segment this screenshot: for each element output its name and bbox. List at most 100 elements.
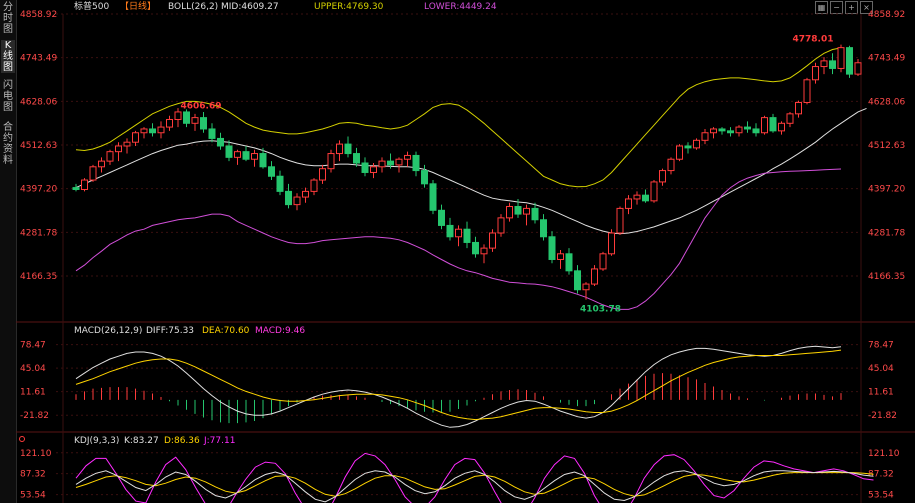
macd-dea: DEA:70.60 — [202, 326, 250, 336]
price-label-right: 4281.78 — [868, 228, 905, 238]
kdj-settings-dot[interactable] — [19, 436, 25, 442]
tab-kline[interactable]: K线图 — [1, 40, 15, 73]
candle-body — [659, 170, 666, 183]
price-label-left: 4628.06 — [20, 97, 57, 107]
candle-body — [786, 113, 794, 124]
boll-lower: LOWER:4449.24 — [424, 2, 497, 12]
candle-body — [676, 145, 683, 160]
candle-body — [591, 268, 598, 285]
grid-lines — [16, 13, 915, 503]
candles: 4606.69 4103.78 4778.01 — [72, 35, 862, 315]
candle-body — [259, 153, 267, 168]
candle-body — [370, 166, 377, 173]
candle-body — [387, 160, 394, 166]
candle-body — [837, 47, 845, 69]
candle-body — [531, 207, 539, 221]
tab-timeshare[interactable]: 分时图 — [1, 2, 15, 35]
candle-body — [506, 206, 513, 219]
macd-dea-line — [75, 349, 842, 421]
macd-label: MACD(26,12,9) — [74, 326, 142, 336]
candle-body — [319, 168, 326, 181]
period-label: 【日线】 — [120, 0, 156, 12]
macd-label-right: 11.61 — [868, 388, 894, 398]
price-label-left: 4858.92 — [20, 10, 57, 20]
candle-body — [293, 196, 301, 206]
candle-body — [429, 183, 437, 211]
candle-body — [548, 236, 556, 260]
candle-body — [421, 170, 428, 185]
kdj-label-right: 121.10 — [868, 449, 900, 459]
candle-body — [574, 270, 581, 291]
macd-value: MACD:9.46 — [255, 326, 305, 336]
candle-body — [650, 181, 658, 202]
candle-body — [310, 179, 318, 192]
candle-body — [599, 253, 607, 270]
candle-body — [89, 166, 97, 181]
candle-body — [361, 162, 369, 173]
candle-body — [812, 66, 819, 81]
candle-body — [727, 130, 734, 134]
price-label-right: 4166.35 — [868, 272, 905, 282]
price-label-right: 4628.06 — [868, 97, 905, 107]
candle-body — [820, 60, 828, 68]
chart-canvas: 4606.69 4103.78 4778.01 4858.92 4858.92 4743… — [16, 0, 915, 503]
kdj-label-left: 87.32 — [20, 470, 46, 480]
candle-body — [557, 253, 564, 260]
kdj-j: J:77.11 — [203, 436, 235, 446]
candle-body — [242, 151, 250, 160]
candle-body — [514, 206, 522, 215]
candle-body — [455, 228, 462, 238]
candle-body — [497, 217, 505, 234]
candle-body — [854, 62, 862, 75]
candle-body — [744, 126, 751, 130]
last-high-annotation: 4778.01 — [793, 35, 834, 45]
candle-body — [608, 232, 615, 255]
candle-body — [540, 219, 547, 238]
candle-body — [395, 158, 403, 166]
macd-label-right: -21.82 — [868, 411, 897, 421]
kdj-label-left: 53.54 — [20, 491, 46, 501]
kdj-label: KDJ(9,3,3) — [74, 436, 119, 446]
candle-body — [803, 79, 811, 103]
price-label-left: 4281.78 — [20, 228, 57, 238]
candle-body — [761, 117, 768, 134]
candle-body — [166, 119, 173, 128]
sidebar: 分时图 K线图 闪电图 合约资料 — [0, 0, 17, 503]
candle-body — [149, 128, 156, 134]
candle-body — [701, 132, 709, 141]
macd-panel: 78.47 78.47 45.04 45.04 11.61 11.61 -21.82 -21.… — [20, 341, 897, 428]
tab-contract-info[interactable]: 合约资料 — [1, 122, 15, 166]
kdj-k-line — [75, 470, 874, 503]
candle-body — [217, 137, 224, 147]
candle-body — [616, 207, 624, 234]
candle-body — [174, 111, 182, 121]
macd-diff: DIFF:75.33 — [146, 326, 194, 336]
boll-label: BOLL(26,2) — [168, 2, 218, 12]
macd-label-left: -21.82 — [20, 411, 49, 421]
candle-body — [344, 143, 352, 155]
candle-body — [404, 154, 411, 160]
symbol-label: 标普500 — [74, 0, 109, 12]
candle-body — [208, 128, 216, 139]
macd-label-left: 78.47 — [20, 341, 46, 351]
kdj-label-left: 121.10 — [20, 449, 52, 459]
candle-body — [98, 160, 105, 168]
boll-bands — [75, 47, 867, 310]
kdj-panel: 121.10 121.10 87.32 87.32 53.54 53.54 — [20, 449, 900, 503]
price-label-left: 4397.20 — [20, 185, 57, 195]
macd-label-left: 45.04 — [20, 364, 46, 374]
candle-body — [106, 151, 114, 162]
candle-body — [846, 47, 853, 75]
candle-body — [778, 122, 785, 132]
candle-body — [472, 241, 479, 255]
price-label-right: 4512.63 — [868, 141, 905, 151]
candle-body — [625, 198, 632, 209]
price-label-right: 4397.20 — [868, 185, 905, 195]
candle-body — [115, 145, 122, 153]
tab-flash[interactable]: 闪电图 — [1, 80, 15, 113]
candle-body — [276, 175, 284, 192]
price-axes: 4858.92 4858.92 4743.49 4743.49 4628.06 4628.… — [20, 10, 905, 282]
candle-body — [829, 60, 836, 69]
candle-body — [438, 209, 445, 226]
candle-body — [582, 283, 590, 291]
